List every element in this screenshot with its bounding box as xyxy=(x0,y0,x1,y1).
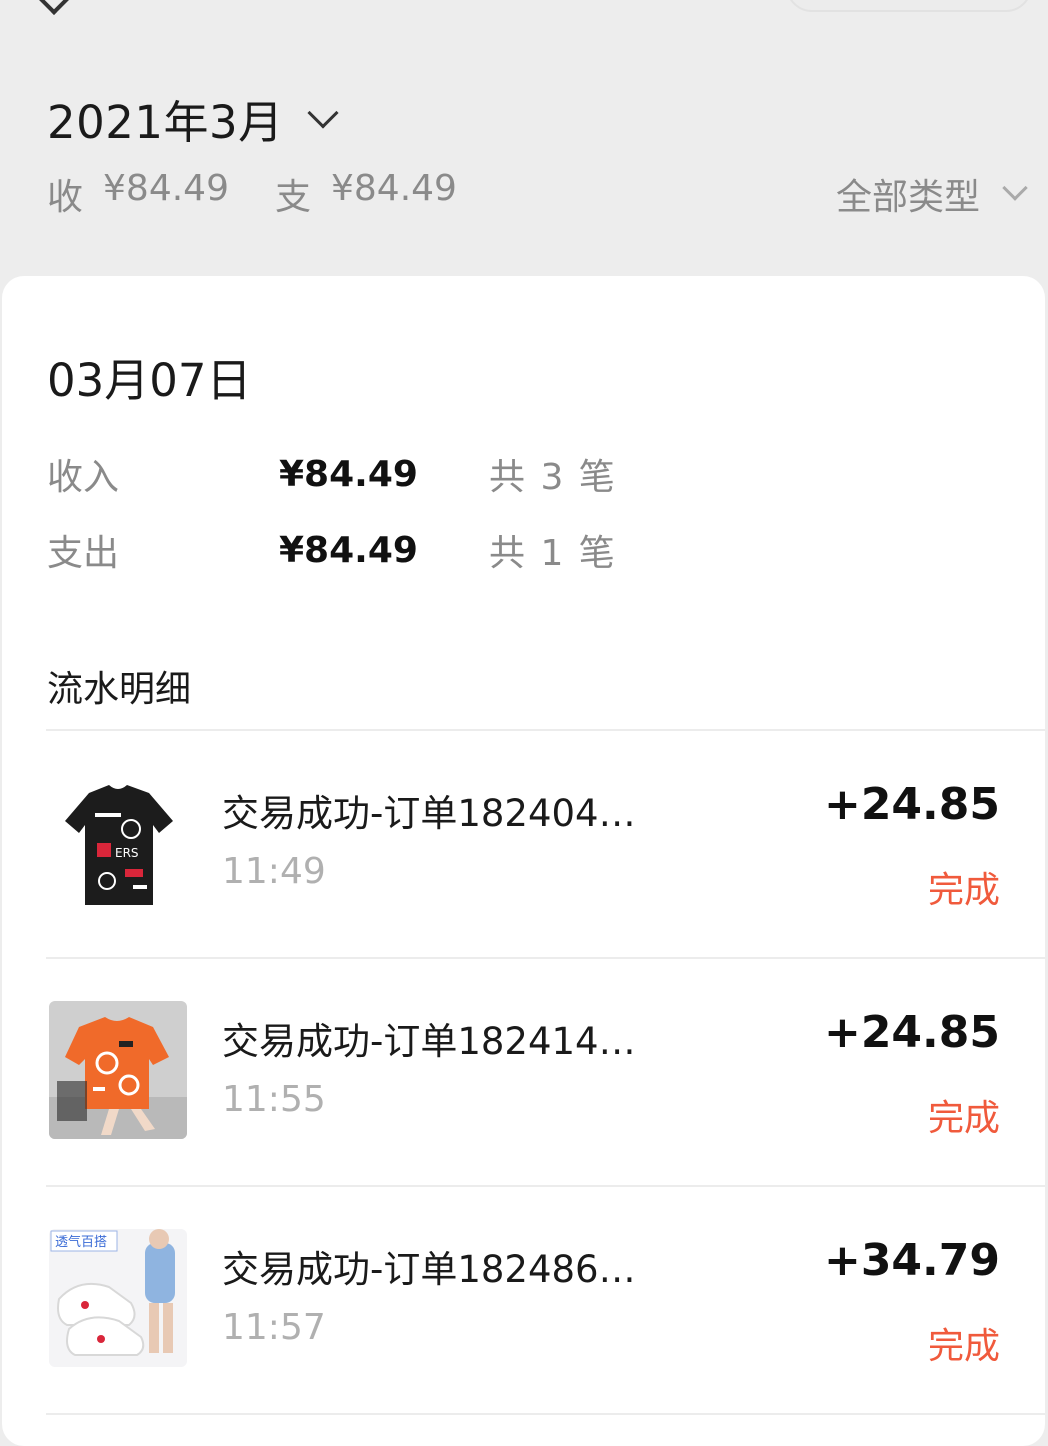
back-icon[interactable] xyxy=(37,0,71,15)
stat-count: 共 1 笔 xyxy=(489,533,617,574)
stat-amount: ¥84.49 xyxy=(279,529,418,571)
type-filter[interactable]: 全部类型 xyxy=(835,168,1028,220)
transaction-status: 完成 xyxy=(927,1098,1000,1139)
type-filter-label: 全部类型 xyxy=(835,177,980,218)
stat-count: 共 3 笔 xyxy=(489,457,617,498)
transaction-amount: +24.85 xyxy=(823,779,1000,830)
day-card: 03月07日 收入 ¥84.49 共 3 笔 支出 ¥84.49 共 1 笔 流… xyxy=(2,276,1045,1446)
income-stat-row: 收入 ¥84.49 共 3 笔 xyxy=(47,448,617,500)
income-total: ¥84.49 xyxy=(103,168,229,209)
chevron-down-icon xyxy=(1002,175,1028,201)
white-sneakers-photo-icon: 透气百搭 xyxy=(49,1229,187,1367)
transaction-title: 交易成功-订单182414… xyxy=(222,1020,636,1063)
orange-tshirt-photo-icon xyxy=(49,1001,187,1139)
svg-text:ERS: ERS xyxy=(115,846,139,860)
stat-amount: ¥84.49 xyxy=(279,453,418,495)
transaction-status: 完成 xyxy=(927,1326,1000,1367)
month-summary: 收 ¥84.49 支 ¥84.49 xyxy=(47,168,503,220)
transaction-title: 交易成功-订单182404… xyxy=(222,792,636,835)
month-selector[interactable]: 2021年3月 xyxy=(47,86,339,151)
transaction-row[interactable]: 透气百搭 交易成功-订单182486… 11:57 +34.79 完成 xyxy=(2,1187,1045,1415)
thumb-badge: 透气百搭 xyxy=(55,1234,107,1250)
month-label: 2021年3月 xyxy=(47,96,284,149)
stat-label: 收入 xyxy=(47,457,120,498)
expense-total: ¥84.49 xyxy=(331,168,457,209)
transaction-row[interactable]: 交易成功-订单182414… 11:55 +24.85 完成 xyxy=(2,959,1045,1187)
transaction-time: 11:57 xyxy=(222,1307,326,1348)
expense-stat-row: 支出 ¥84.49 共 1 笔 xyxy=(47,524,617,576)
section-title: 流水明细 xyxy=(47,669,192,710)
top-menu-capsule[interactable] xyxy=(786,0,1032,12)
day-date: 03月07日 xyxy=(47,354,252,407)
transaction-row[interactable]: ERS 交易成功-订单182404… 11:49 +24.85 完成 xyxy=(2,731,1045,959)
expense-label: 支 xyxy=(274,177,311,218)
divider xyxy=(46,1413,1045,1415)
stat-label: 支出 xyxy=(47,533,120,574)
transaction-status: 完成 xyxy=(927,870,1000,911)
product-thumbnail xyxy=(49,1001,187,1139)
chevron-down-icon xyxy=(307,96,339,129)
transaction-title: 交易成功-订单182486… xyxy=(222,1248,636,1291)
black-tshirt-dress-photo-icon: ERS xyxy=(49,773,187,911)
product-thumbnail: 透气百搭 xyxy=(49,1229,187,1367)
transaction-amount: +24.85 xyxy=(823,1007,1000,1058)
transaction-time: 11:55 xyxy=(222,1079,326,1120)
top-bar xyxy=(0,0,1048,20)
income-label: 收 xyxy=(47,177,84,218)
transaction-amount: +34.79 xyxy=(823,1235,1000,1286)
product-thumbnail: ERS xyxy=(49,773,187,911)
transaction-time: 11:49 xyxy=(222,851,326,892)
